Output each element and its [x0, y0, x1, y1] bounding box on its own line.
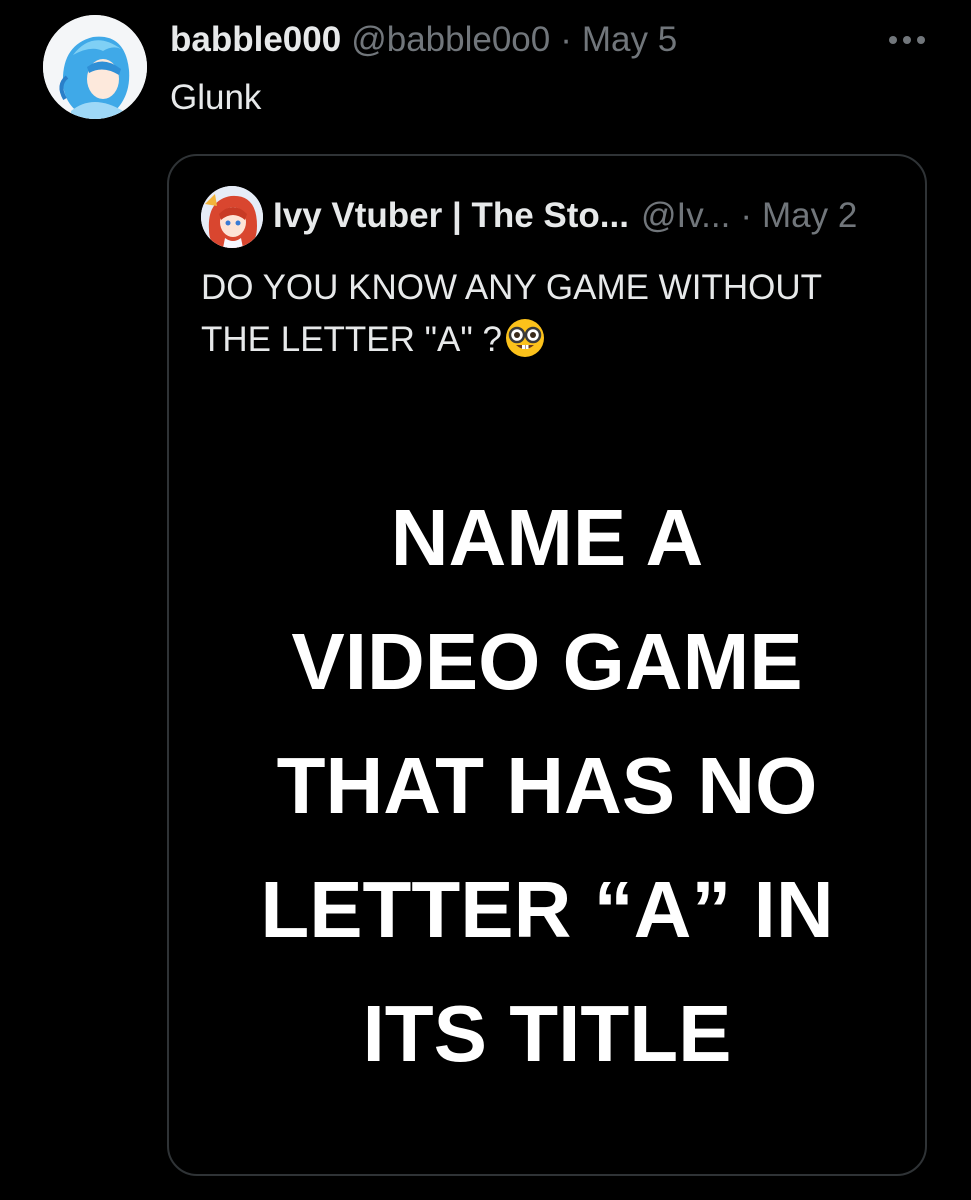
- ellipsis-icon: [889, 36, 925, 44]
- quoted-author-avatar[interactable]: [201, 186, 263, 248]
- meme-line: THAT HAS NO: [276, 741, 818, 830]
- separator-dot: ·: [560, 20, 572, 59]
- quoted-separator-dot: ·: [740, 196, 752, 235]
- quoted-text-line-1: DO YOU KNOW ANY GAME WITHOUT: [201, 268, 822, 307]
- tweet-text: Glunk: [170, 78, 262, 117]
- quoted-tweet-image[interactable]: NAME A VIDEO GAME THAT HAS NO LETTER “A”…: [171, 456, 923, 1156]
- quoted-text-line-2: THE LETTER "A" ?: [201, 320, 503, 359]
- quoted-tweet-header: Ivy Vtuber | The Sto... @Iv... · May 2: [273, 194, 857, 238]
- meme-line: LETTER “A” IN: [260, 865, 834, 954]
- meme-line: NAME A: [390, 493, 704, 582]
- tweet-header: babble000 @babble0o0 · May 5: [170, 18, 677, 62]
- nerd-face-emoji-icon: [506, 319, 545, 357]
- quoted-tweet-card[interactable]: Ivy Vtuber | The Sto... @Iv... · May 2 D…: [167, 154, 927, 1176]
- quoted-avatar-image: [201, 186, 263, 248]
- tweet: babble000 @babble0o0 · May 5 Glunk Ivy V…: [0, 0, 971, 1200]
- quoted-tweet-date[interactable]: May 2: [762, 194, 857, 238]
- tweet-date[interactable]: May 5: [582, 18, 677, 62]
- author-handle[interactable]: @babble0o0: [351, 18, 550, 62]
- meme-line: VIDEO GAME: [291, 617, 803, 706]
- quoted-author-handle[interactable]: @Iv...: [641, 194, 730, 238]
- meme-caption: NAME A VIDEO GAME THAT HAS NO LETTER “A”…: [187, 476, 907, 1096]
- quoted-author-display-name[interactable]: Ivy Vtuber | The Sto...: [273, 194, 629, 238]
- author-avatar[interactable]: [43, 15, 147, 119]
- meme-line: ITS TITLE: [362, 989, 732, 1078]
- more-options-button[interactable]: [882, 22, 932, 58]
- quoted-tweet-text: DO YOU KNOW ANY GAME WITHOUT THE LETTER …: [201, 262, 891, 366]
- author-display-name[interactable]: babble000: [170, 18, 341, 62]
- avatar-image: [43, 15, 147, 119]
